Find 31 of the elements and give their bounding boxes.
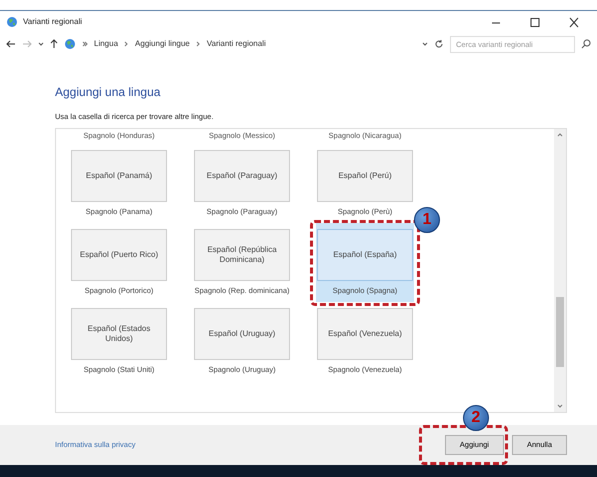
chevron-icon [82, 39, 88, 49]
language-tile[interactable]: Español (Paraguay) [194, 150, 290, 202]
globe-icon [64, 38, 76, 50]
page-heading: Aggiungi una lingua [55, 84, 162, 101]
chevron-right-icon [196, 39, 201, 49]
scroll-up-icon[interactable] [557, 132, 563, 138]
callout-number: 2 [462, 405, 489, 432]
breadcrumb-link[interactable]: Aggiungi lingue [135, 38, 190, 50]
breadcrumb-link[interactable]: Lingua [94, 38, 118, 50]
language-tile[interactable]: Español (Perú) [317, 150, 413, 202]
language-tile[interactable]: Español (Estados Unidos) [71, 308, 167, 360]
globe-icon [6, 16, 18, 28]
breadcrumb-link[interactable]: Varianti regionali [206, 38, 266, 50]
language-tile[interactable]: Español (Venezuela) [317, 308, 413, 360]
callout-number: 1 [414, 206, 440, 233]
window-title: Varianti regionali [23, 16, 82, 28]
language-tile[interactable]: Español (Puerto Rico) [71, 228, 167, 281]
refresh-icon[interactable] [434, 39, 444, 49]
language-tile[interactable]: Español (España) [317, 228, 413, 281]
language-tile[interactable]: Español (Panamá) [71, 150, 167, 202]
up-arrow-icon[interactable] [50, 39, 58, 49]
scrollbar-thumb[interactable] [556, 297, 564, 368]
language-tile[interactable]: Español (Uruguay) [194, 308, 290, 360]
maximize-icon [529, 16, 541, 28]
search-icon[interactable] [581, 39, 591, 49]
scrollbar[interactable] [554, 129, 566, 412]
close-icon [568, 16, 580, 28]
chevron-right-icon [124, 39, 130, 49]
back-arrow-icon[interactable] [6, 39, 16, 49]
scroll-down-icon[interactable] [557, 404, 563, 410]
language-tile[interactable]: Español (República Dominicana) [194, 228, 290, 281]
